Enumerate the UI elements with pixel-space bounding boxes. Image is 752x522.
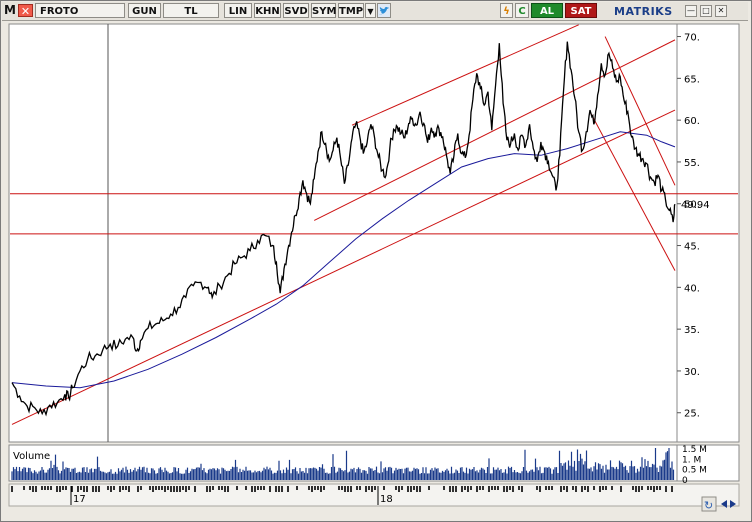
y-tick-label: 35. bbox=[684, 325, 700, 336]
y-tick-label: 70. bbox=[684, 33, 700, 44]
volume-tick-label: 1. M bbox=[682, 455, 701, 465]
y-tick-label: 60. bbox=[684, 116, 700, 127]
volume-tick-label: 0.5 M bbox=[682, 466, 707, 476]
y-tick-label: 65. bbox=[684, 74, 700, 85]
x-label-17: 17 bbox=[73, 494, 86, 505]
last-price-label: 49.94 bbox=[681, 200, 710, 211]
y-tick-label: 40. bbox=[684, 283, 700, 294]
y-tick-label: 30. bbox=[684, 367, 700, 378]
x-label-18: 18 bbox=[380, 494, 393, 505]
volume-tick-label: 1.5 M bbox=[682, 445, 707, 455]
y-tick-label: 55. bbox=[684, 158, 700, 169]
y-tick-label: 25. bbox=[684, 409, 700, 420]
sync-glyph: ↻ bbox=[704, 499, 713, 512]
y-tick-label: 45. bbox=[684, 242, 700, 253]
volume-tick-label: 0 bbox=[682, 476, 688, 486]
time-axis[interactable] bbox=[8, 483, 740, 507]
volume-title: Volume bbox=[13, 451, 50, 462]
chart-area: Volume 17 18 25.30.35.40.45.50.55.60.65.… bbox=[8, 23, 740, 512]
